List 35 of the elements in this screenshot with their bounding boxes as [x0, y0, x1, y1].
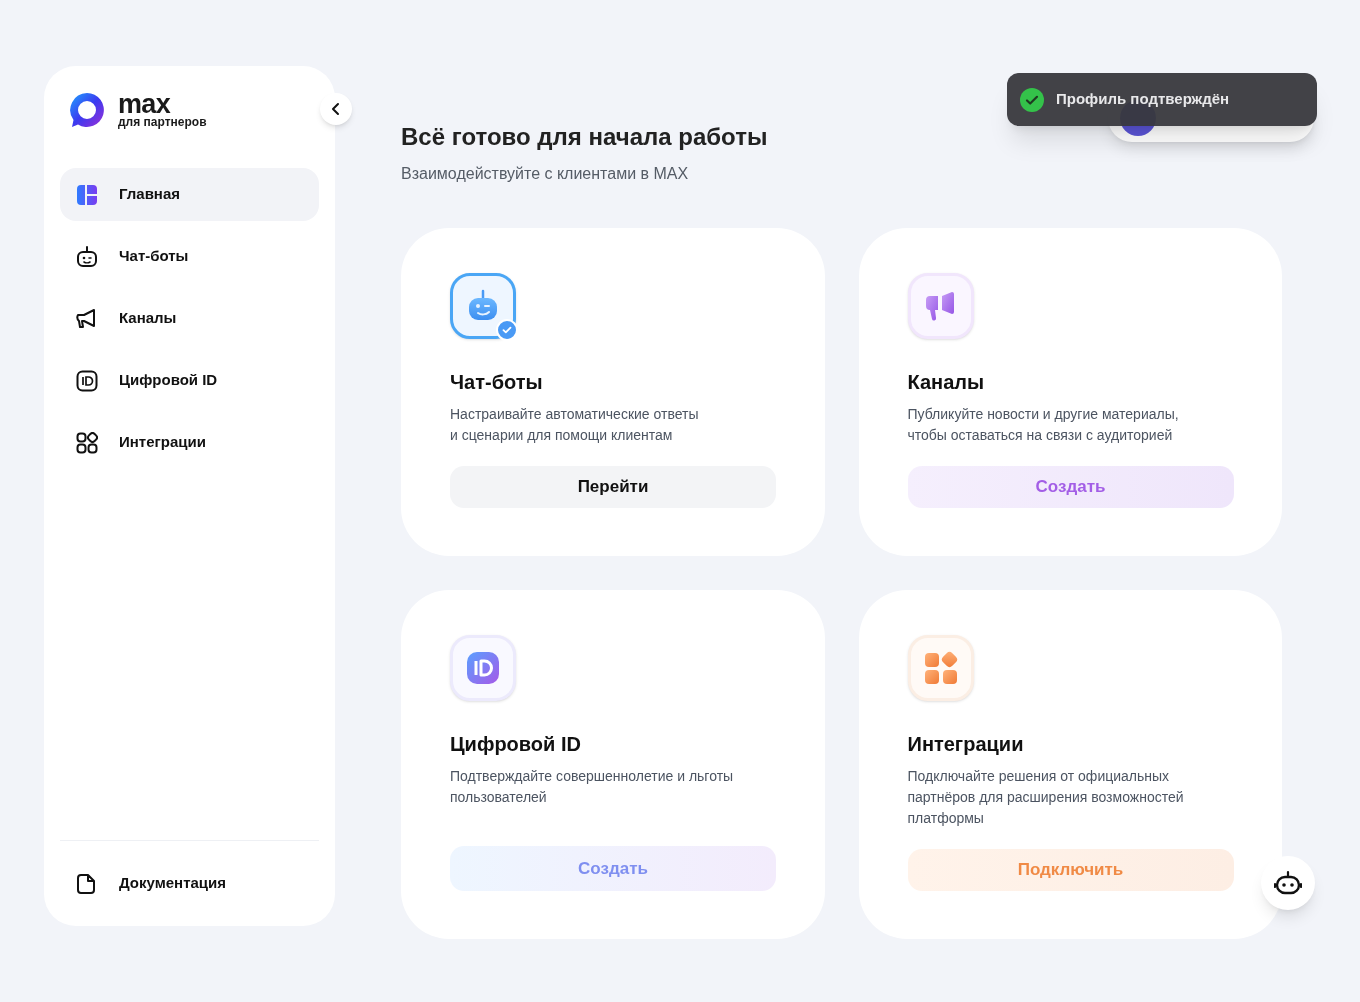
apps-grid-icon: [76, 431, 98, 454]
collapse-button[interactable]: [320, 93, 352, 125]
sidebar-item[interactable]: Каналы: [60, 292, 319, 345]
card-title: Каналы: [907, 370, 986, 395]
toast-message: Профиль подтверждён: [1056, 89, 1230, 110]
logo-icon: [68, 91, 106, 129]
sidebar-item[interactable]: Документация: [60, 857, 319, 910]
card-action-button[interactable]: Перейти: [450, 466, 776, 508]
dashboard-icon: [76, 183, 98, 206]
card-description: Публикуйте новости и другие материалы, чтобы оставаться на связи с аудиторией: [907, 405, 1180, 445]
megaphone-icon: [76, 307, 98, 330]
chevron-left-icon: [330, 102, 342, 116]
robot-icon: [450, 273, 516, 339]
document-icon: [76, 872, 98, 895]
logo-wordmark: max: [118, 92, 172, 116]
robot-icon: [1274, 870, 1302, 896]
page-subtitle: Взаимодействуйте с клиентами в MAX: [401, 164, 690, 184]
card-description: Подтверждайте совершеннолетие и льготы пользователей: [450, 767, 735, 807]
check-circle-icon: [1020, 87, 1044, 112]
sidebar-item[interactable]: Чат-боты: [60, 230, 319, 283]
megaphone-icon: [907, 273, 974, 339]
page-title: Всё готово для начала работы: [401, 122, 769, 152]
card-description: Подключайте решения от официальных партнёров для расширения возможностей платформы: [907, 767, 1185, 828]
card-title: Интеграции: [907, 732, 1025, 757]
apps-grid-icon: [907, 635, 974, 701]
card-title: Чат-боты: [450, 370, 544, 395]
id-card-icon: [76, 369, 98, 392]
card-title: Цифровой ID: [450, 732, 582, 757]
sidebar-item[interactable]: Интеграции: [60, 416, 319, 469]
logo-tagline: для партнеров: [118, 116, 207, 128]
robot-icon: [76, 245, 98, 268]
id-badge-icon: [450, 635, 516, 701]
sidebar-item[interactable]: Главная: [60, 168, 319, 221]
sidebar-item[interactable]: Цифровой ID: [60, 354, 319, 407]
card-description: Настраивайте автоматические ответы и сценарии для помощи клиентам: [450, 405, 700, 445]
